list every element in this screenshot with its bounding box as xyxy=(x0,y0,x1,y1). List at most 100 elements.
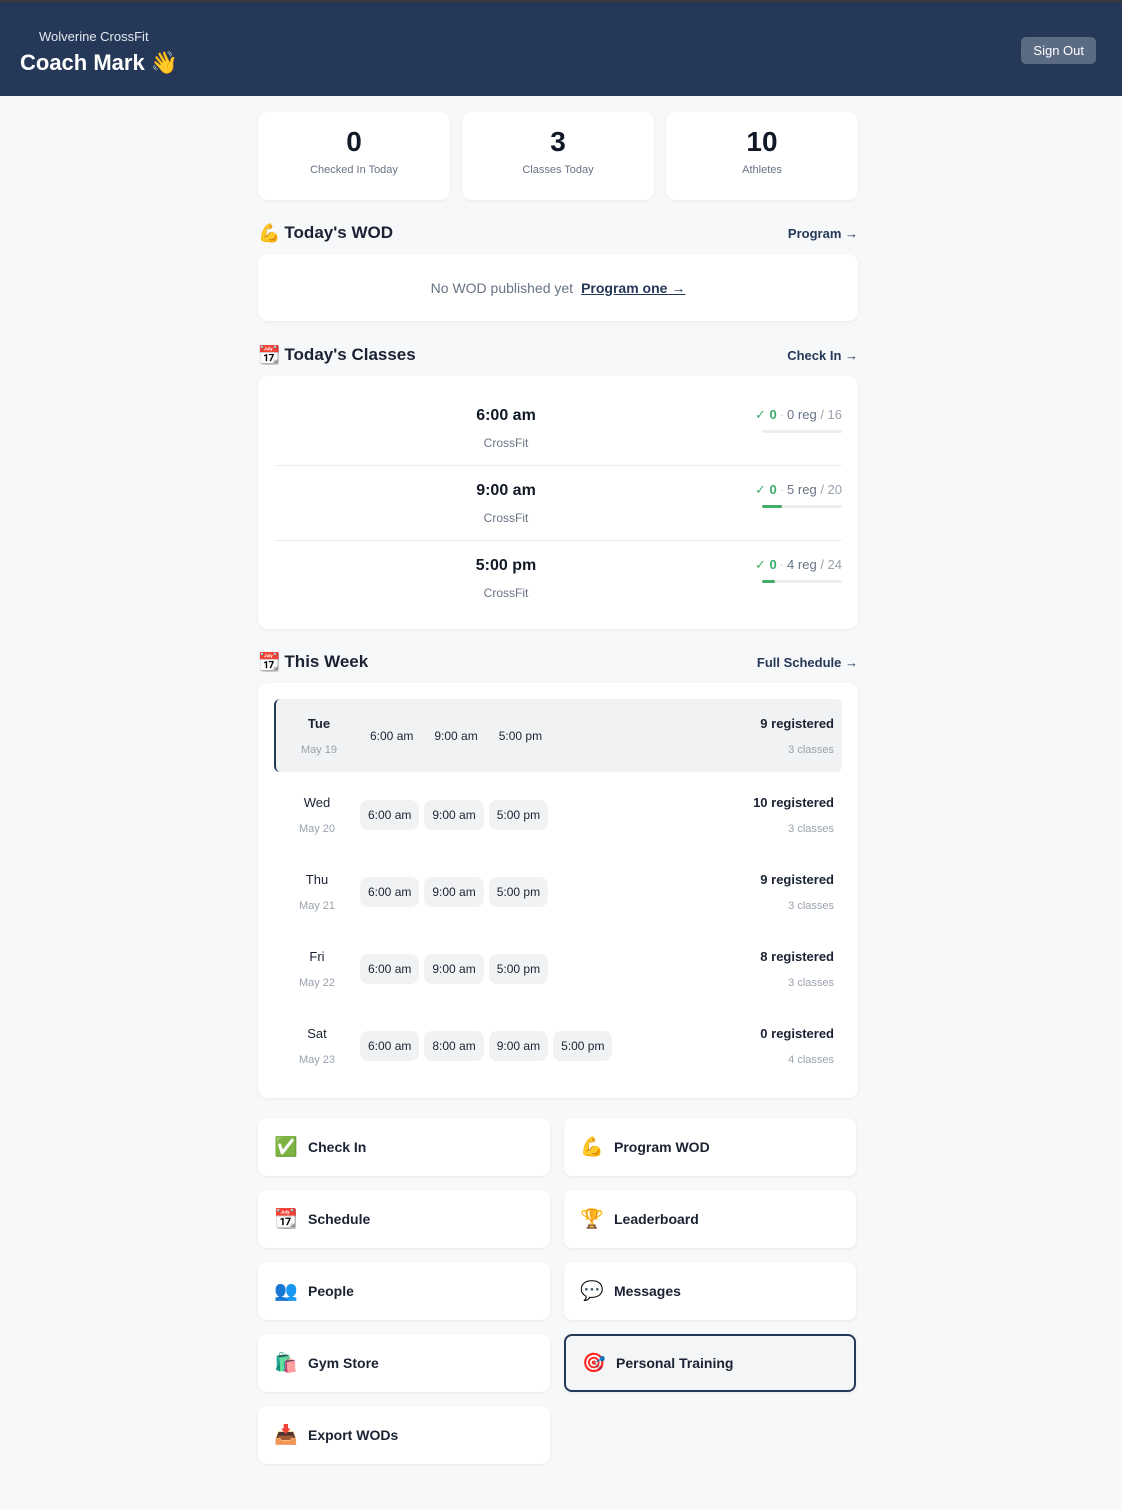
capacity: / 16 xyxy=(820,407,842,422)
check-in-link[interactable]: Check In → xyxy=(787,348,858,363)
day-label: Tue May 19 xyxy=(276,716,362,756)
class-time-chip[interactable]: 6:00 am xyxy=(360,799,420,830)
day-summary: 8 registered 3 classes xyxy=(760,949,834,989)
classes-title: 📆 Today's Classes xyxy=(258,345,416,366)
capacity: / 20 xyxy=(820,482,842,497)
class-time-chip[interactable]: 5:00 pm xyxy=(488,799,549,830)
class-time-chip[interactable]: 9:00 am xyxy=(424,876,484,907)
checked-in-count: ✓ 0 xyxy=(754,407,777,422)
day-date: May 22 xyxy=(298,976,336,989)
class-time: 5:00 pm xyxy=(475,557,537,574)
class-time-chip[interactable]: 5:00 pm xyxy=(488,953,549,984)
class-time-chip[interactable]: 6:00 am xyxy=(362,721,421,751)
registered-count: 0 reg xyxy=(787,407,817,422)
capacity: / 24 xyxy=(820,557,842,572)
personal-training-button[interactable]: 🎯 Personal Training xyxy=(564,1334,856,1392)
class-time-chip[interactable]: 5:00 pm xyxy=(491,721,550,751)
coach-greeting: Coach Mark 👋 xyxy=(20,50,179,75)
class-count: 4 classes xyxy=(788,1053,834,1066)
class-time-chip[interactable]: 5:00 pm xyxy=(488,876,549,907)
day-summary: 9 registered 3 classes xyxy=(760,716,834,756)
stats-row: 0 Checked In Today 3 Classes Today 10 At… xyxy=(258,112,858,200)
program-wod-button[interactable]: 💪 Program WOD xyxy=(564,1118,856,1176)
leaderboard-button[interactable]: 🏆 Leaderboard xyxy=(564,1190,856,1248)
day-name: Fri xyxy=(309,948,325,964)
class-info: 5:00 pm CrossFit xyxy=(274,557,738,600)
week-day-row[interactable]: Wed May 20 6:00 am 9:00 am 5:00 pm 10 regi… xyxy=(274,776,842,853)
class-row[interactable]: 9:00 am CrossFit ✓ 0 · 5 reg / 20 xyxy=(274,466,842,541)
checked-in-count: ✓ 0 xyxy=(754,557,777,572)
full-schedule-link[interactable]: Full Schedule → xyxy=(757,655,858,670)
action-label: Export WODs xyxy=(308,1427,399,1443)
class-count: 3 classes xyxy=(788,899,834,912)
class-counts: ✓ 0 · 0 reg / 16 xyxy=(732,407,842,423)
class-time-chip[interactable]: 8:00 am xyxy=(424,1030,484,1061)
shopping-bags-icon: 🛍️ xyxy=(274,1353,298,1374)
capacity-bar-fill xyxy=(762,505,782,508)
stat-checked-in: 0 Checked In Today xyxy=(258,112,450,200)
class-time-chip[interactable]: 9:00 am xyxy=(424,799,484,830)
day-name: Sat xyxy=(307,1025,327,1041)
action-label: Program WOD xyxy=(614,1139,710,1155)
class-counts: ✓ 0 · 5 reg / 20 xyxy=(732,482,842,498)
messages-button[interactable]: 💬 Messages xyxy=(564,1262,856,1320)
week-title-text: This Week xyxy=(284,652,369,671)
class-time-chip[interactable]: 6:00 am xyxy=(360,1030,420,1061)
export-wods-button[interactable]: 📥 Export WODs xyxy=(258,1406,550,1464)
class-time-chips: 6:00 am 9:00 am 5:00 pm xyxy=(360,876,549,907)
week-day-row[interactable]: Thu May 21 6:00 am 9:00 am 5:00 pm 9 regis… xyxy=(274,853,842,930)
wod-title: 💪 Today's WOD xyxy=(258,223,393,244)
class-time-chip[interactable]: 6:00 am xyxy=(360,876,420,907)
classes-section-header: 📆 Today's Classes Check In → xyxy=(258,342,858,368)
program-link[interactable]: Program → xyxy=(788,226,858,241)
schedule-button[interactable]: 📆 Schedule xyxy=(258,1190,550,1248)
class-time-chips: 6:00 am 8:00 am 9:00 am 5:00 pm xyxy=(360,1030,613,1061)
speech-bubble-icon: 💬 xyxy=(580,1281,604,1302)
program-one-link[interactable]: Program one → xyxy=(581,280,685,296)
registered-total: 8 registered xyxy=(760,948,834,964)
class-time: 9:00 am xyxy=(476,481,536,499)
sign-out-button[interactable]: Sign Out xyxy=(1021,37,1096,64)
action-label: Personal Training xyxy=(616,1355,734,1371)
people-button[interactable]: 👥 People xyxy=(258,1262,550,1320)
separator-dot: · xyxy=(779,482,785,497)
day-date: May 19 xyxy=(300,743,338,756)
flexed-biceps-icon: 💪 xyxy=(580,1137,604,1158)
calendar-icon: 📆 xyxy=(258,651,281,672)
day-label: Fri May 22 xyxy=(274,949,360,989)
class-time-chip[interactable]: 6:00 am xyxy=(360,953,420,984)
week-day-row-today[interactable]: Tue May 19 6:00 am 9:00 am 5:00 pm 9 regis… xyxy=(274,699,842,772)
check-in-button[interactable]: ✅ Check In xyxy=(258,1118,550,1176)
class-time-chips: 6:00 am 9:00 am 5:00 pm xyxy=(360,953,549,984)
week-day-row[interactable]: Fri May 22 6:00 am 9:00 am 5:00 pm 8 regis… xyxy=(274,930,842,1007)
checked-in-count: ✓ 0 xyxy=(754,482,777,497)
class-row[interactable]: 6:00 am CrossFit ✓ 0 · 0 reg / 16 xyxy=(274,391,842,466)
registered-total: 10 registered xyxy=(753,794,834,810)
week-day-row[interactable]: Sat May 23 6:00 am 8:00 am 9:00 am 5:00 pm … xyxy=(274,1007,842,1084)
class-time-chip[interactable]: 9:00 am xyxy=(424,953,484,984)
wod-title-text: Today's WOD xyxy=(284,223,393,242)
class-row[interactable]: 5:00 pm CrossFit ✓ 0 · 4 reg / 24 xyxy=(274,541,842,616)
gym-store-button[interactable]: 🛍️ Gym Store xyxy=(258,1334,550,1392)
action-label: Gym Store xyxy=(308,1355,379,1371)
quick-actions: ✅ Check In 💪 Program WOD 📆 Schedule 🏆 Leaderboa… xyxy=(258,1118,858,1478)
day-label: Wed May 20 xyxy=(274,795,360,835)
class-time-chip[interactable]: 9:00 am xyxy=(488,1030,549,1061)
class-time-chip[interactable]: 9:00 am xyxy=(426,721,485,751)
action-label: Messages xyxy=(614,1283,681,1299)
day-date: May 21 xyxy=(298,899,336,912)
class-stats: ✓ 0 · 5 reg / 20 xyxy=(732,482,842,508)
stat-athletes: 10 Athletes xyxy=(666,112,858,200)
day-label: Sat May 23 xyxy=(274,1026,360,1066)
class-stats: ✓ 0 · 0 reg / 16 xyxy=(732,407,842,433)
stat-value: 0 xyxy=(346,126,362,157)
stat-value: 10 xyxy=(746,126,778,157)
class-type: CrossFit xyxy=(483,435,529,450)
classes-title-text: Today's Classes xyxy=(284,345,416,364)
class-time-chip[interactable]: 5:00 pm xyxy=(553,1030,613,1061)
separator-dot: · xyxy=(779,407,785,422)
class-type: CrossFit xyxy=(483,586,529,600)
calendar-icon: 📆 xyxy=(274,1209,298,1230)
flexed-biceps-icon: 💪 xyxy=(258,222,281,243)
day-name: Wed xyxy=(303,794,331,810)
